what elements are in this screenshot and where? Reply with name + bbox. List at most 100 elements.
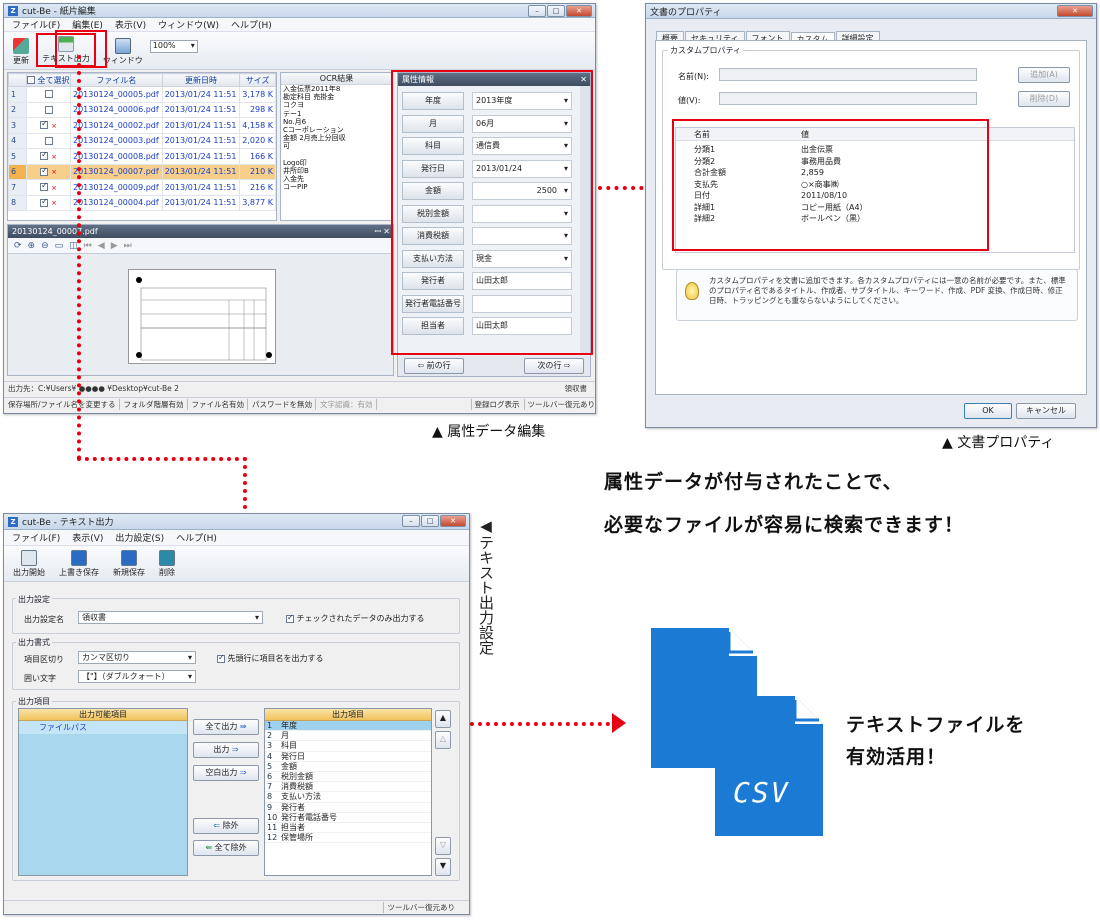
checkbox[interactable] bbox=[40, 119, 49, 130]
row-check[interactable] bbox=[26, 86, 71, 103]
col-size[interactable]: サイズ bbox=[239, 73, 276, 87]
list-item[interactable]: 9 発行者 bbox=[265, 803, 431, 813]
select-all-header[interactable]: 全て選択 bbox=[26, 73, 71, 87]
list-item[interactable]: 5 金額 bbox=[265, 762, 431, 772]
table-row[interactable]: 1 20130124_00005.pdf 2013/01/24 11:51 3,178… bbox=[8, 86, 276, 103]
checkbox[interactable] bbox=[27, 76, 35, 84]
setting-name-select[interactable]: 領収書 bbox=[78, 611, 263, 624]
quote-select[interactable]: 【"】（ダブルクォート） bbox=[78, 670, 196, 683]
toolbar-button[interactable]: 削除 bbox=[156, 549, 178, 579]
menu-item[interactable]: 出力設定(S) bbox=[115, 531, 164, 544]
file-name[interactable]: 20130124_00006.pdf bbox=[70, 101, 163, 118]
checkbox[interactable] bbox=[44, 90, 53, 99]
file-name[interactable]: 20130124_00002.pdf bbox=[70, 117, 163, 134]
remove-all-button[interactable]: ⇚ 全て除外 bbox=[193, 840, 259, 856]
file-name[interactable]: 20130124_00009.pdf bbox=[70, 179, 163, 196]
only-checked-option[interactable]: チェックされたデータのみ出力する bbox=[286, 613, 425, 624]
file-name[interactable]: 20130124_00004.pdf bbox=[70, 194, 163, 211]
checkbox[interactable] bbox=[40, 166, 49, 176]
status-item[interactable]: 登録ログ表示 bbox=[470, 399, 520, 410]
table-row[interactable]: 5 × 20130124_00008.pdf2013/01/24 11:51166 … bbox=[8, 148, 276, 165]
next-row-button[interactable]: 次の行 ⇨ bbox=[524, 358, 584, 374]
menu-item[interactable]: ヘルプ(H) bbox=[231, 18, 272, 31]
file-name[interactable]: 20130124_00007.pdf bbox=[70, 163, 163, 180]
menu-item[interactable]: ファイル(F) bbox=[12, 18, 60, 31]
prev-row-button[interactable]: ⇦ 前の行 bbox=[404, 358, 464, 374]
refresh-button[interactable]: 更新 bbox=[10, 37, 32, 67]
status-item[interactable]: ファイル名有効 bbox=[192, 399, 249, 410]
list-item[interactable]: 8 支払い方法 bbox=[265, 792, 431, 803]
available-items-list[interactable]: 出力可能項目 ファイルパス bbox=[18, 708, 188, 876]
output-button[interactable]: 出力 ⇒ bbox=[193, 742, 259, 758]
zoom-in-icon[interactable]: ⊕ bbox=[28, 241, 36, 251]
checkbox[interactable] bbox=[44, 136, 53, 145]
last-page-icon[interactable]: ⏭ bbox=[124, 241, 132, 251]
menu-item[interactable]: 表示(V) bbox=[115, 18, 146, 31]
checkbox[interactable] bbox=[44, 105, 53, 114]
zoom-select[interactable]: 100% ▾ bbox=[149, 40, 198, 53]
fit-width-icon[interactable]: ▭ bbox=[55, 241, 64, 251]
table-row[interactable]: 8 × 20130124_00004.pdf2013/01/24 11:513,87… bbox=[8, 194, 276, 211]
prev-page-icon[interactable]: ◀ bbox=[98, 241, 105, 251]
menu-item[interactable]: ヘルプ(H) bbox=[176, 531, 217, 544]
status-item[interactable]: 保存場所/ファイル名を変更する bbox=[8, 399, 120, 410]
toolbar-button[interactable]: 上書き保存 bbox=[56, 549, 102, 579]
list-item[interactable]: ファイルパス bbox=[19, 721, 187, 734]
add-button[interactable]: 追加(A) bbox=[1018, 67, 1070, 83]
list-item[interactable]: 2月 bbox=[265, 731, 431, 742]
table-row[interactable]: 2 20130124_00006.pdf 2013/01/24 11:51 298 K bbox=[8, 101, 276, 118]
output-all-button[interactable]: 全て出力 ⇛ bbox=[193, 719, 259, 735]
maximize-button[interactable]: □ bbox=[421, 515, 439, 527]
menu-item[interactable]: ウィンドウ(W) bbox=[158, 18, 219, 31]
col-filename[interactable]: ファイル名 bbox=[70, 73, 163, 87]
minimize-button[interactable]: – bbox=[402, 515, 420, 527]
row-check[interactable]: × bbox=[26, 179, 71, 196]
minimize-button[interactable]: – bbox=[528, 5, 546, 17]
name-field[interactable] bbox=[719, 68, 977, 81]
delete-button[interactable]: 削除(D) bbox=[1018, 91, 1070, 107]
pin-icon[interactable]: ꟷ bbox=[374, 226, 381, 237]
ok-button[interactable]: OK bbox=[964, 403, 1012, 419]
remove-button[interactable]: ⇐ 除外 bbox=[193, 818, 259, 834]
checkbox[interactable] bbox=[286, 613, 294, 623]
table-row[interactable]: 7 × 20130124_00009.pdf2013/01/24 11:51216 … bbox=[8, 179, 276, 196]
toolbar-button[interactable]: 出力開始 bbox=[10, 549, 48, 579]
checkbox[interactable] bbox=[40, 197, 49, 207]
checkbox[interactable] bbox=[217, 653, 225, 663]
file-name[interactable]: 20130124_00008.pdf bbox=[70, 148, 163, 165]
list-item[interactable]: 12 保管場所 bbox=[265, 833, 431, 844]
row-check[interactable]: × bbox=[26, 117, 71, 134]
list-item[interactable]: 10 発行者電話番号 bbox=[265, 813, 431, 823]
first-page-icon[interactable]: ⏮ bbox=[84, 241, 92, 251]
list-item[interactable]: 6 税別金額 bbox=[265, 772, 431, 783]
file-name[interactable]: 20130124_00003.pdf bbox=[70, 132, 163, 149]
table-row[interactable]: 4 20130124_00003.pdf 2013/01/24 11:51 2,020… bbox=[8, 132, 276, 149]
row-check[interactable]: × bbox=[26, 148, 71, 165]
row-check[interactable]: × bbox=[26, 163, 71, 180]
move-down-button[interactable]: ▽ bbox=[435, 837, 451, 855]
row-check[interactable] bbox=[26, 132, 71, 149]
list-item[interactable]: 4 発行日 bbox=[265, 752, 431, 762]
col-date[interactable]: 更新日時 bbox=[161, 73, 241, 87]
toolbar-button[interactable]: 新規保存 bbox=[110, 549, 148, 579]
list-item[interactable]: 1 年度 bbox=[265, 721, 431, 732]
menu-item[interactable]: 表示(V) bbox=[72, 531, 103, 544]
move-up-button[interactable]: △ bbox=[435, 731, 451, 749]
cancel-button[interactable]: キャンセル bbox=[1016, 403, 1076, 419]
file-name[interactable]: 20130124_00005.pdf bbox=[70, 86, 163, 103]
checkbox[interactable] bbox=[40, 181, 49, 192]
row-check[interactable]: × bbox=[26, 194, 71, 211]
output-items-list[interactable]: 出力項目 1 年度 2 月 3 科目 4 発行日 5 金額 6 税別金額 7 消費税額 8 支払い方法 9 発行者… bbox=[264, 708, 432, 876]
close-button[interactable]: ✕ bbox=[1057, 5, 1093, 17]
next-page-icon[interactable]: ▶ bbox=[111, 241, 118, 251]
blank-output-button[interactable]: 空白出力 ⇒ bbox=[193, 765, 259, 781]
maximize-button[interactable]: □ bbox=[547, 5, 565, 17]
status-item[interactable]: フォルダ階層有効 bbox=[124, 399, 188, 410]
close-button[interactable]: ✕ bbox=[566, 5, 592, 17]
zoom-out-icon[interactable]: ⊖ bbox=[41, 241, 49, 251]
close-button[interactable]: ✕ bbox=[440, 515, 466, 527]
checkbox[interactable] bbox=[40, 150, 49, 161]
header-row-option[interactable]: 先頭行に項目名を出力する bbox=[217, 653, 324, 664]
move-top-button[interactable]: ▲ bbox=[435, 710, 451, 728]
list-item[interactable]: 7 消費税額 bbox=[265, 782, 431, 793]
